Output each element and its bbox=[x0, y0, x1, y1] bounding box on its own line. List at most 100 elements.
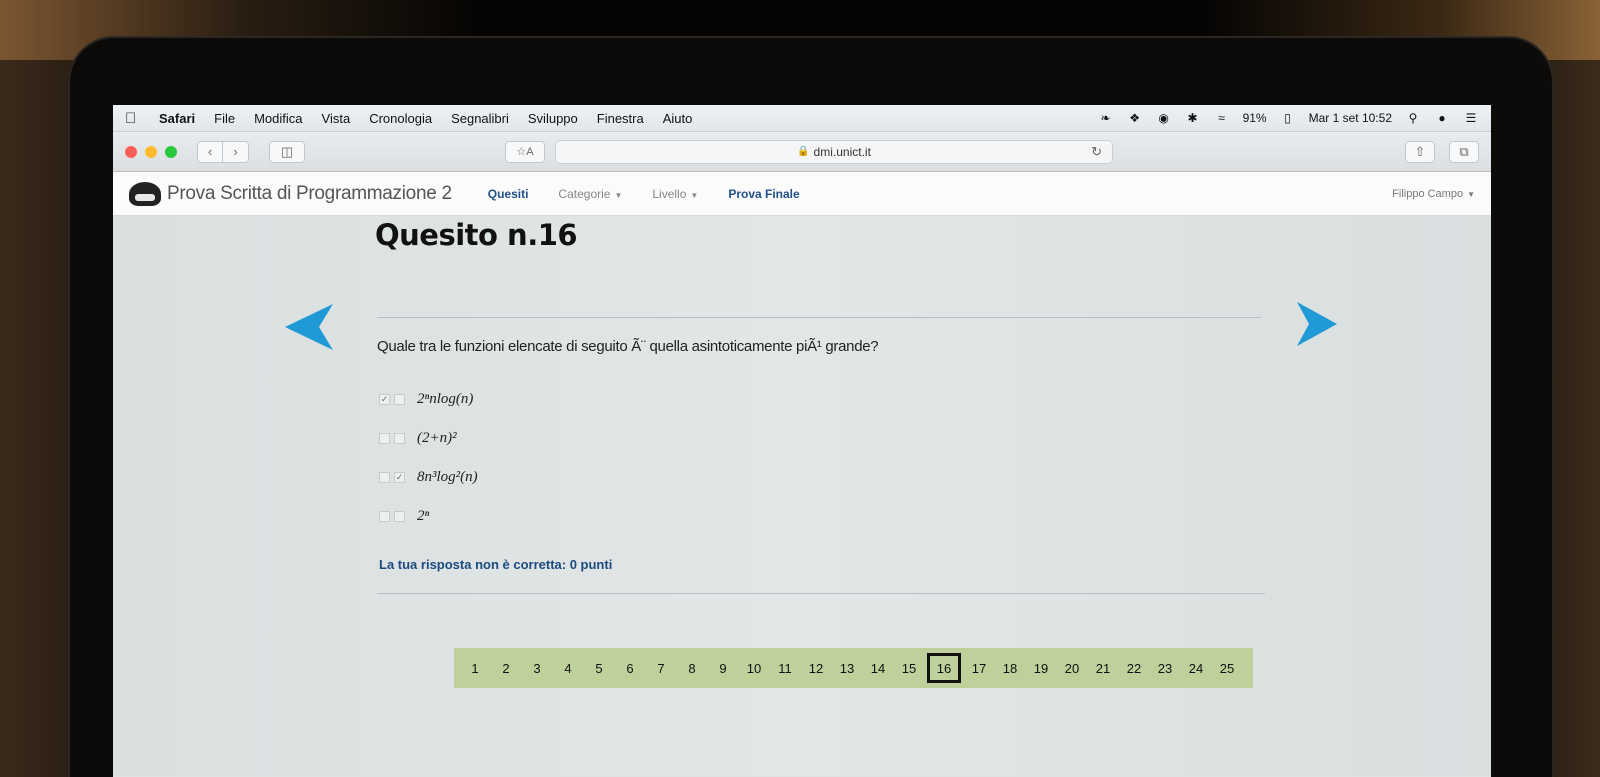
page-link[interactable]: 4 bbox=[555, 653, 581, 683]
answer-option-1[interactable]: ✓ 2ⁿnlog(n) bbox=[379, 391, 473, 408]
page-link[interactable]: 5 bbox=[586, 653, 612, 683]
menu-cronologia[interactable]: Cronologia bbox=[369, 111, 432, 126]
page-link[interactable]: 3 bbox=[524, 653, 550, 683]
apple-icon[interactable]:  bbox=[125, 110, 141, 127]
page-link[interactable]: 23 bbox=[1152, 653, 1178, 683]
nav-prova-finale[interactable]: Prova Finale bbox=[728, 187, 799, 201]
sidebar-icon: ◫ bbox=[280, 143, 294, 159]
nav-categorie-label: Categorie bbox=[558, 186, 611, 201]
back-button[interactable]: ‹ bbox=[197, 140, 223, 163]
dropbox-icon[interactable]: ❖ bbox=[1127, 111, 1143, 125]
shield-icon[interactable]: ◉ bbox=[1156, 111, 1172, 125]
translate-button[interactable]: ☆ A bbox=[505, 140, 545, 163]
bluetooth-icon[interactable]: ✱ bbox=[1185, 111, 1201, 125]
reload-icon[interactable]: ↻ bbox=[1091, 144, 1102, 160]
caret-down-icon: ▼ bbox=[1467, 189, 1475, 199]
answer-option-4[interactable]: 2ⁿ bbox=[379, 508, 429, 525]
forward-button[interactable]: › bbox=[223, 140, 249, 163]
page-link[interactable]: 22 bbox=[1121, 653, 1147, 683]
user-name: Filippo Campo bbox=[1392, 187, 1464, 200]
site-logo[interactable] bbox=[129, 181, 161, 206]
menu-sviluppo[interactable]: Sviluppo bbox=[528, 111, 578, 126]
correct-mark-box bbox=[379, 433, 390, 444]
spotlight-search-icon[interactable]: ⚲ bbox=[1405, 111, 1421, 125]
user-menu[interactable]: Filippo Campo ▼ bbox=[1392, 188, 1475, 200]
menu-finestra[interactable]: Finestra bbox=[597, 111, 644, 126]
site-navbar: Prova Scritta di Programmazione 2 Quesit… bbox=[113, 172, 1491, 216]
page-link[interactable]: 19 bbox=[1028, 653, 1054, 683]
page-link[interactable]: 14 bbox=[865, 653, 891, 683]
menu-modifica[interactable]: Modifica bbox=[254, 111, 302, 126]
history-nav: ‹ › bbox=[197, 140, 249, 163]
answer-checkbox[interactable] bbox=[394, 433, 405, 444]
script-icon[interactable]: ❧ bbox=[1098, 111, 1114, 125]
minimize-window-button[interactable] bbox=[145, 145, 157, 158]
battery-percent[interactable]: 91% bbox=[1243, 111, 1267, 125]
question-pager: 1 2 3 4 5 6 7 8 9 10 11 12 13 14 15 16 17 18 19 20 21 22 23 24 2… bbox=[454, 648, 1253, 688]
menu-app[interactable]: Safari bbox=[159, 111, 195, 126]
caret-down-icon: ▼ bbox=[690, 190, 699, 200]
menu-file[interactable]: File bbox=[214, 111, 235, 126]
url-text: dmi.unict.it bbox=[813, 144, 871, 159]
correct-mark-box bbox=[379, 472, 390, 483]
close-window-button[interactable] bbox=[125, 145, 137, 158]
answer-checkbox[interactable] bbox=[394, 511, 405, 522]
tabs-overview-button[interactable]: ⧉ bbox=[1449, 140, 1479, 163]
page-link[interactable]: 21 bbox=[1090, 653, 1116, 683]
menu-segnalibri[interactable]: Segnalibri bbox=[451, 111, 509, 126]
answer-checkbox[interactable] bbox=[394, 394, 405, 405]
share-icon: ⇧ bbox=[1414, 143, 1426, 159]
page-link[interactable]: 8 bbox=[679, 653, 705, 683]
address-bar[interactable]: 🔒 dmi.unict.it ↻ bbox=[555, 139, 1113, 164]
menu-aiuto[interactable]: Aiuto bbox=[663, 111, 693, 126]
clock[interactable]: Mar 1 set 10:52 bbox=[1309, 111, 1392, 125]
nav-livello[interactable]: Livello ▼ bbox=[652, 187, 698, 201]
answer-option-2[interactable]: (2+n)² bbox=[379, 430, 457, 447]
option-label: (2+n)² bbox=[417, 430, 457, 446]
laptop-screen:  Safari File Modifica Vista Cronologia … bbox=[113, 105, 1491, 777]
page-link[interactable]: 1 bbox=[462, 653, 488, 683]
answer-result-message: La tua risposta non è corretta: 0 punti bbox=[379, 557, 613, 572]
option-label: 8n³log²(n) bbox=[417, 469, 478, 485]
sidebar-toggle-button[interactable]: ◫ bbox=[269, 140, 305, 163]
siri-icon[interactable]: ● bbox=[1434, 111, 1450, 125]
divider-bottom bbox=[377, 593, 1265, 594]
previous-question-arrow-icon[interactable] bbox=[283, 302, 335, 352]
menu-bar:  Safari File Modifica Vista Cronologia … bbox=[113, 105, 1491, 132]
battery-icon[interactable]: ▯ bbox=[1280, 111, 1296, 125]
page-link[interactable]: 12 bbox=[803, 653, 829, 683]
fullscreen-window-button[interactable] bbox=[165, 145, 177, 158]
question-title: Quesito n.16 bbox=[375, 218, 578, 252]
page-link[interactable]: 25 bbox=[1214, 653, 1240, 683]
page-link[interactable]: 11 bbox=[772, 653, 798, 683]
page-link-current[interactable]: 16 bbox=[927, 653, 961, 683]
answer-option-3[interactable]: ✓ 8n³log²(n) bbox=[379, 469, 478, 486]
page-link[interactable]: 20 bbox=[1059, 653, 1085, 683]
page-link[interactable]: 18 bbox=[997, 653, 1023, 683]
page-link[interactable]: 2 bbox=[493, 653, 519, 683]
page-link[interactable]: 9 bbox=[710, 653, 736, 683]
site-brand[interactable]: Prova Scritta di Programmazione 2 bbox=[167, 183, 452, 205]
share-button[interactable]: ⇧ bbox=[1405, 140, 1435, 163]
notification-center-icon[interactable]: ☰ bbox=[1463, 111, 1479, 125]
window-controls bbox=[125, 145, 177, 158]
page-link[interactable]: 17 bbox=[966, 653, 992, 683]
nav-quesiti[interactable]: Quesiti bbox=[488, 187, 529, 201]
option-label: 2ⁿnlog(n) bbox=[417, 391, 474, 407]
page-link[interactable]: 13 bbox=[834, 653, 860, 683]
page-link[interactable]: 15 bbox=[896, 653, 922, 683]
tabs-icon: ⧉ bbox=[1459, 143, 1469, 159]
status-area: ❧ ❖ ◉ ✱ ≈ 91% ▯ Mar 1 set 10:52 ⚲ ● ☰ bbox=[1098, 111, 1479, 125]
star-icon: ☆ bbox=[516, 146, 527, 158]
nav-categorie[interactable]: Categorie ▼ bbox=[558, 187, 622, 201]
answer-checkbox[interactable]: ✓ bbox=[394, 472, 405, 483]
menu-vista[interactable]: Vista bbox=[322, 111, 351, 126]
page-link[interactable]: 6 bbox=[617, 653, 643, 683]
page-link[interactable]: 7 bbox=[648, 653, 674, 683]
page-link[interactable]: 10 bbox=[741, 653, 767, 683]
correct-mark-box bbox=[379, 511, 390, 522]
next-question-arrow-icon[interactable] bbox=[1293, 300, 1339, 348]
browser-toolbar: ‹ › ◫ ☆ A 🔒 dmi.unict.it ↻ ⇧ ⧉ bbox=[113, 132, 1491, 172]
wifi-icon[interactable]: ≈ bbox=[1214, 111, 1230, 125]
page-link[interactable]: 24 bbox=[1183, 653, 1209, 683]
